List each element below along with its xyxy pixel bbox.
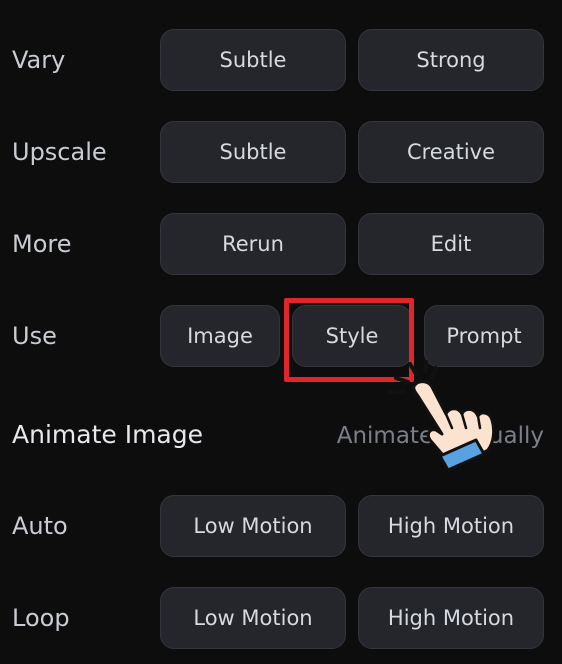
- use-label: Use: [12, 322, 57, 350]
- animate-image-title: Animate Image: [12, 420, 203, 449]
- vary-strong-button[interactable]: Strong: [358, 29, 544, 91]
- loop-label: Loop: [12, 604, 70, 632]
- more-label: More: [12, 230, 72, 258]
- auto-label: Auto: [12, 512, 68, 540]
- upscale-creative-button[interactable]: Creative: [358, 121, 544, 183]
- animate-manually-link[interactable]: Animate Manually: [337, 425, 544, 448]
- loop-low-motion-button[interactable]: Low Motion: [160, 587, 346, 649]
- upscale-subtle-button[interactable]: Subtle: [160, 121, 346, 183]
- use-style-button[interactable]: Style: [292, 305, 412, 367]
- auto-low-motion-button[interactable]: Low Motion: [160, 495, 346, 557]
- upscale-label: Upscale: [12, 138, 107, 166]
- rerun-button[interactable]: Rerun: [160, 213, 346, 275]
- vary-subtle-button[interactable]: Subtle: [160, 29, 346, 91]
- pointing-hand-icon: [388, 360, 496, 472]
- vary-label: Vary: [12, 46, 66, 74]
- edit-button[interactable]: Edit: [358, 213, 544, 275]
- use-prompt-button[interactable]: Prompt: [424, 305, 544, 367]
- auto-high-motion-button[interactable]: High Motion: [358, 495, 544, 557]
- loop-high-motion-button[interactable]: High Motion: [358, 587, 544, 649]
- use-image-button[interactable]: Image: [160, 305, 280, 367]
